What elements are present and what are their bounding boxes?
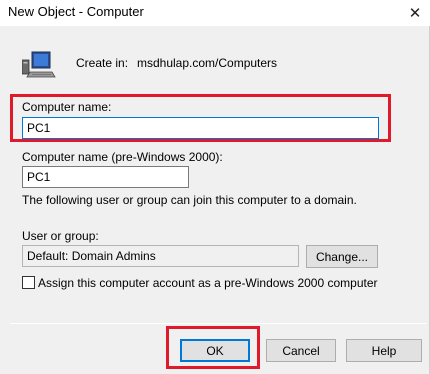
- new-object-computer-dialog: New Object - Computer ✕ Create in: msdhu…: [0, 0, 430, 374]
- computer-name-label: Computer name:: [22, 100, 112, 114]
- create-in-label: Create in:: [76, 56, 129, 70]
- window-title: New Object - Computer: [8, 4, 144, 19]
- join-info-text: The following user or group can join thi…: [22, 193, 357, 207]
- user-group-label: User or group:: [22, 229, 99, 243]
- assign-pre2000-label: Assign this computer account as a pre-Wi…: [38, 276, 378, 290]
- user-group-field: Default: Domain Admins: [22, 245, 299, 267]
- create-in-path: msdhulap.com/Computers: [137, 56, 278, 70]
- computer-icon: [22, 51, 56, 78]
- pre2000-name-field[interactable]: [22, 166, 189, 188]
- title-bar: New Object - Computer ✕: [0, 0, 430, 26]
- footer-separator: [10, 323, 426, 324]
- help-button[interactable]: Help: [346, 339, 422, 362]
- pre2000-name-label: Computer name (pre-Windows 2000):: [22, 150, 223, 164]
- change-button[interactable]: Change...: [306, 245, 378, 268]
- ok-button[interactable]: OK: [180, 339, 250, 362]
- computer-name-field[interactable]: [22, 117, 379, 139]
- close-icon[interactable]: ✕: [400, 0, 430, 26]
- assign-pre2000-checkbox[interactable]: [22, 276, 35, 289]
- cancel-button[interactable]: Cancel: [266, 339, 336, 362]
